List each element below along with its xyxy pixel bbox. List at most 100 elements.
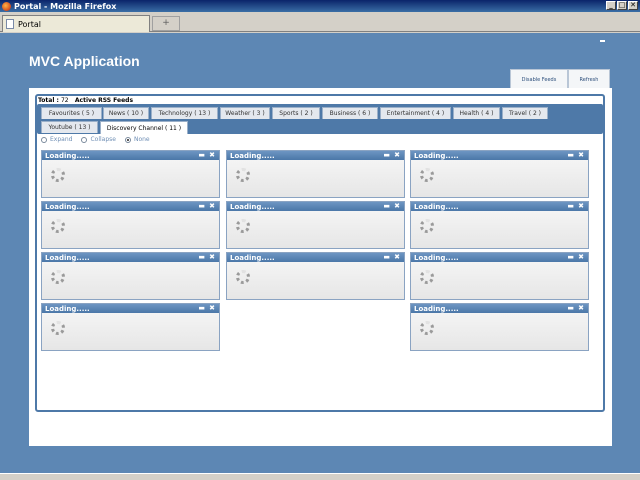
new-tab-button[interactable]: + — [152, 16, 180, 31]
feed-tab-7[interactable]: Health ( 4 ) — [453, 107, 500, 119]
feed-widget: Loading..... ▬ ✖ — [410, 201, 589, 249]
loading-spinner-icon — [420, 168, 434, 182]
widget-body — [227, 211, 404, 248]
app-title: MVC Application — [29, 53, 140, 69]
feed-tab-10[interactable]: Discovery Channel ( 11 ) — [100, 121, 188, 134]
none-radio[interactable] — [124, 136, 131, 143]
collapse-radio[interactable] — [81, 136, 88, 143]
close-widget-icon[interactable]: ✖ — [209, 253, 215, 262]
window-title: Portal - Mozilla Firefox — [14, 1, 117, 11]
widget-body — [227, 262, 404, 299]
widget-loading-title: Loading..... — [45, 304, 90, 313]
close-widget-icon[interactable]: ✖ — [209, 202, 215, 211]
widget-header: Loading..... ▬ ✖ — [42, 151, 219, 160]
feed-tab-9[interactable]: Youtube ( 13 ) — [41, 121, 98, 133]
firefox-icon — [2, 1, 11, 11]
minimize-widget-icon[interactable]: ▬ — [198, 151, 205, 160]
widget-loading-title: Loading..... — [45, 151, 90, 160]
loading-spinner-icon — [51, 219, 65, 233]
loading-spinner-icon — [51, 168, 65, 182]
minimize-widget-icon[interactable]: ▬ — [383, 202, 390, 211]
feed-tab-1[interactable]: News ( 10 ) — [103, 107, 149, 119]
close-widget-icon[interactable]: ✖ — [209, 151, 215, 160]
page-dash — [600, 40, 605, 42]
page-icon — [6, 19, 14, 29]
widget-body — [42, 160, 219, 197]
widget-loading-title: Loading..... — [414, 202, 459, 211]
none-label: None — [133, 136, 150, 143]
minimize-widget-icon[interactable]: ▬ — [198, 202, 205, 211]
widget-loading-title: Loading..... — [414, 253, 459, 262]
feed-widget: Loading..... ▬ ✖ — [410, 150, 589, 198]
widget-body — [42, 262, 219, 299]
widget-body — [227, 160, 404, 197]
feed-tab-0[interactable]: Favourites ( 5 ) — [41, 107, 102, 119]
feed-widget: Loading..... ▬ ✖ — [410, 303, 589, 351]
close-widget-icon[interactable]: ✖ — [209, 304, 215, 313]
widget-body — [411, 313, 588, 350]
active-feeds-label: Active RSS Feeds — [74, 97, 134, 104]
widget-header: Loading..... ▬ ✖ — [227, 151, 404, 160]
total-count: 72 — [60, 97, 69, 104]
feed-widget: Loading..... ▬ ✖ — [226, 252, 405, 300]
widget-header: Loading..... ▬ ✖ — [411, 253, 588, 262]
collapse-label: Collapse — [90, 136, 116, 143]
feed-tab-6[interactable]: Entertainment ( 4 ) — [380, 107, 451, 119]
feed-tab-4[interactable]: Sports ( 2 ) — [272, 107, 320, 119]
widget-header: Loading..... ▬ ✖ — [411, 304, 588, 313]
disable-feeds-button[interactable]: Disable Feeds — [510, 69, 568, 89]
feed-tab-2[interactable]: Technology ( 13 ) — [151, 107, 218, 119]
minimize-widget-icon[interactable]: ▬ — [198, 253, 205, 262]
feed-tab-5[interactable]: Business ( 6 ) — [322, 107, 378, 119]
close-widget-icon[interactable]: ✖ — [578, 151, 584, 160]
expand-radio[interactable] — [41, 136, 47, 143]
widget-header: Loading..... ▬ ✖ — [227, 253, 404, 262]
close-widget-icon[interactable]: ✖ — [394, 151, 400, 160]
feed-tab-8[interactable]: Travel ( 2 ) — [502, 107, 548, 119]
close-widget-icon[interactable]: ✖ — [394, 253, 400, 262]
feed-widget: Loading..... ▬ ✖ — [41, 201, 220, 249]
minimize-widget-icon[interactable]: ▬ — [383, 151, 390, 160]
loading-spinner-icon — [420, 219, 434, 233]
minimize-widget-icon[interactable]: ▬ — [567, 151, 574, 160]
close-window-button[interactable]: ✕ — [628, 1, 638, 10]
widget-body — [42, 211, 219, 248]
refresh-button[interactable]: Refresh — [568, 69, 610, 89]
window-titlebar: Portal - Mozilla Firefox _ □ ✕ — [0, 0, 640, 12]
total-label: Total : — [38, 97, 59, 104]
close-widget-icon[interactable]: ✖ — [394, 202, 400, 211]
widget-header: Loading..... ▬ ✖ — [411, 151, 588, 160]
loading-spinner-icon — [420, 270, 434, 284]
widget-body — [411, 160, 588, 197]
widget-body — [42, 313, 219, 350]
widget-loading-title: Loading..... — [45, 253, 90, 262]
minimize-widget-icon[interactable]: ▬ — [567, 202, 574, 211]
browser-tab-portal[interactable]: Portal — [2, 15, 150, 32]
loading-spinner-icon — [236, 270, 250, 284]
feed-widget: Loading..... ▬ ✖ — [226, 150, 405, 198]
widget-header: Loading..... ▬ ✖ — [411, 202, 588, 211]
widget-loading-title: Loading..... — [414, 304, 459, 313]
loading-spinner-icon — [236, 168, 250, 182]
loading-spinner-icon — [51, 270, 65, 284]
close-widget-icon[interactable]: ✖ — [578, 253, 584, 262]
loading-spinner-icon — [420, 321, 434, 335]
widget-loading-title: Loading..... — [230, 202, 275, 211]
feed-widget: Loading..... ▬ ✖ — [41, 252, 220, 300]
minimize-widget-icon[interactable]: ▬ — [567, 253, 574, 262]
widget-loading-title: Loading..... — [230, 151, 275, 160]
widget-loading-title: Loading..... — [230, 253, 275, 262]
close-widget-icon[interactable]: ✖ — [578, 202, 584, 211]
total-feeds-summary: Total : 72 Active RSS Feeds — [38, 97, 133, 104]
minimize-widget-icon[interactable]: ▬ — [567, 304, 574, 313]
minimize-window-button[interactable]: _ — [606, 1, 616, 10]
close-widget-icon[interactable]: ✖ — [578, 304, 584, 313]
view-options: Expand Collapse None — [41, 136, 156, 143]
maximize-window-button[interactable]: □ — [617, 1, 627, 10]
minimize-widget-icon[interactable]: ▬ — [383, 253, 390, 262]
feed-tab-3[interactable]: Weather ( 3 ) — [220, 107, 270, 119]
minimize-widget-icon[interactable]: ▬ — [198, 304, 205, 313]
feed-widget: Loading..... ▬ ✖ — [226, 201, 405, 249]
widget-body — [411, 211, 588, 248]
widget-body — [411, 262, 588, 299]
